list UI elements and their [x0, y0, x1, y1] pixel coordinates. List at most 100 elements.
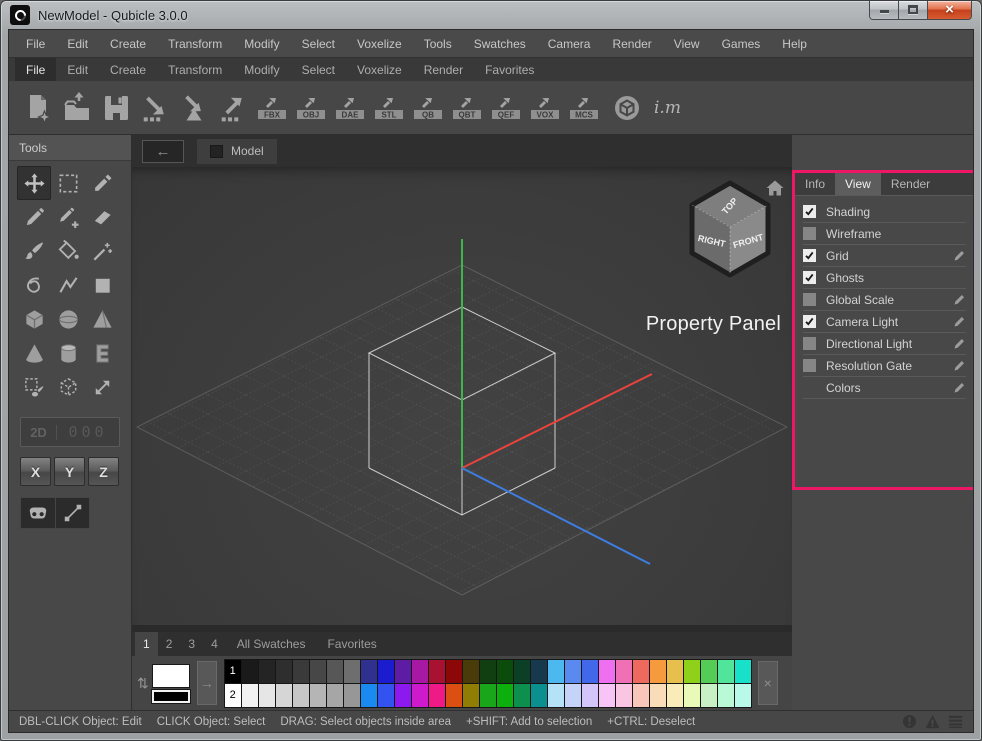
swatch-cell[interactable]: [531, 660, 548, 684]
minimize-button[interactable]: [869, 1, 899, 20]
swatch-cell[interactable]: [361, 684, 378, 708]
swatch-cell[interactable]: [582, 660, 599, 684]
tab-view[interactable]: View: [835, 173, 881, 195]
tool-eraser[interactable]: [85, 200, 119, 234]
tool-pencil-add[interactable]: [51, 200, 85, 234]
swatch-cell[interactable]: [412, 660, 429, 684]
swatch-cell[interactable]: [616, 660, 633, 684]
maximize-button[interactable]: [899, 1, 928, 20]
swatch-cell[interactable]: [463, 684, 480, 708]
export-mcs-button[interactable]: MCS: [568, 89, 599, 127]
swatch-cell[interactable]: [497, 660, 514, 684]
mask-mode-button[interactable]: [21, 498, 55, 528]
swatch-tab-1[interactable]: 1: [135, 632, 158, 656]
swatch-cell[interactable]: [667, 684, 684, 708]
ribbon-tab-render[interactable]: Render: [413, 58, 474, 81]
secondary-color-well[interactable]: [152, 690, 190, 703]
import-button[interactable]: [139, 89, 170, 127]
camera-light-checkbox[interactable]: [803, 315, 816, 328]
menu-tools[interactable]: Tools: [413, 37, 463, 51]
new-file-button[interactable]: [22, 89, 53, 127]
swatch-cell[interactable]: [429, 684, 446, 708]
open-file-button[interactable]: [61, 89, 92, 127]
axis-z-button[interactable]: Z: [88, 457, 119, 486]
export-qbt-button[interactable]: QBT: [451, 89, 482, 127]
swatch-cell[interactable]: [650, 684, 667, 708]
apply-color-button[interactable]: →: [197, 661, 217, 705]
export-stl-button[interactable]: STL: [373, 89, 404, 127]
tool-magic-wand[interactable]: [85, 234, 119, 268]
swatch-cell[interactable]: [395, 684, 412, 708]
swatch-cell[interactable]: [344, 660, 361, 684]
swatch-cell[interactable]: [599, 660, 616, 684]
tool-sphere[interactable]: [51, 302, 85, 336]
swatch-cell[interactable]: [718, 660, 735, 684]
swatch-cell[interactable]: [327, 660, 344, 684]
directional-light-checkbox[interactable]: [803, 337, 816, 350]
axis-y-button[interactable]: Y: [54, 457, 85, 486]
menu-swatches[interactable]: Swatches: [463, 37, 537, 51]
tool-move[interactable]: [17, 166, 51, 200]
model-tab[interactable]: Model: [197, 139, 277, 164]
resolution-gate-checkbox[interactable]: [803, 359, 816, 372]
colors-edit-pencil-icon[interactable]: [953, 381, 966, 394]
tool-color-picker[interactable]: [85, 166, 119, 200]
swatch-cell[interactable]: [497, 684, 514, 708]
swatch-cell[interactable]: [446, 660, 463, 684]
warning-icon[interactable]: [925, 714, 940, 729]
global-scale-checkbox[interactable]: [803, 293, 816, 306]
close-button[interactable]: ×: [928, 1, 972, 20]
swatch-cell[interactable]: [310, 660, 327, 684]
swatch-cell[interactable]: [565, 660, 582, 684]
swatch-cell[interactable]: [565, 684, 582, 708]
swatch-cell[interactable]: [378, 684, 395, 708]
camera-light-edit-pencil-icon[interactable]: [953, 315, 966, 328]
tool-polyline-select[interactable]: [51, 268, 85, 302]
primary-color-well[interactable]: [152, 664, 190, 688]
swatch-cell[interactable]: [429, 660, 446, 684]
menu-modify[interactable]: Modify: [233, 37, 290, 51]
swatch-cell[interactable]: [293, 660, 310, 684]
menu-camera[interactable]: Camera: [537, 37, 602, 51]
swatch-cell[interactable]: [463, 660, 480, 684]
export-qef-button[interactable]: QEF: [490, 89, 521, 127]
swatch-cell[interactable]: [582, 684, 599, 708]
swatch-cell[interactable]: [242, 660, 259, 684]
tool-select-paint[interactable]: [17, 370, 51, 404]
ghosts-checkbox[interactable]: [803, 271, 816, 284]
swatch-cell[interactable]: [242, 684, 259, 708]
swatch-cell[interactable]: [361, 660, 378, 684]
resolution-gate-edit-pencil-icon[interactable]: [953, 359, 966, 372]
swatch-cell[interactable]: [684, 684, 701, 708]
ribbon-tab-select[interactable]: Select: [291, 58, 346, 81]
wireframe-checkbox[interactable]: [803, 227, 816, 240]
swatch-cell[interactable]: [310, 684, 327, 708]
swap-colors-icon[interactable]: ⇅: [137, 675, 149, 692]
back-button[interactable]: ←: [142, 140, 184, 163]
tool-box[interactable]: [17, 302, 51, 336]
swatch-cell[interactable]: [412, 684, 429, 708]
title-bar[interactable]: NewModel - Qubicle 3.0.0 ×: [1, 1, 981, 29]
swatch-tab-all[interactable]: All Swatches: [226, 632, 317, 656]
swatch-tab-2[interactable]: 2: [158, 632, 181, 656]
menu-select[interactable]: Select: [291, 37, 346, 51]
swatch-cell[interactable]: [701, 660, 718, 684]
export-fbx-button[interactable]: FBX: [256, 89, 287, 127]
menu-view[interactable]: View: [663, 37, 711, 51]
tool-cylinder[interactable]: [51, 336, 85, 370]
axis-x-button[interactable]: X: [20, 457, 51, 486]
tool-pyramid[interactable]: [85, 302, 119, 336]
menu-help[interactable]: Help: [771, 37, 818, 51]
delete-swatch-button[interactable]: ×: [758, 661, 778, 705]
shading-checkbox[interactable]: [803, 205, 816, 218]
menu-render[interactable]: Render: [601, 37, 662, 51]
swatch-cell[interactable]: [327, 684, 344, 708]
swatch-cell[interactable]: [395, 660, 412, 684]
swatch-cell[interactable]: [718, 684, 735, 708]
log-list-icon[interactable]: [948, 714, 963, 729]
swatch-cell[interactable]: [293, 684, 310, 708]
swatch-cell[interactable]: [667, 660, 684, 684]
swatch-tab-4[interactable]: 4: [203, 632, 226, 656]
tool-freehand-select[interactable]: [17, 268, 51, 302]
menu-voxelize[interactable]: Voxelize: [346, 37, 413, 51]
